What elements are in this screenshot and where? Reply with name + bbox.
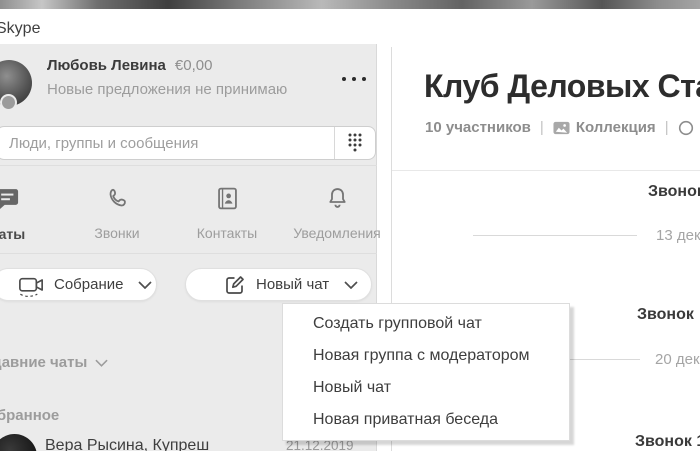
menu-item-new-chat[interactable]: Новый чат xyxy=(283,372,569,404)
find-button[interactable] xyxy=(678,120,694,136)
separator: | xyxy=(540,119,544,136)
recent-chats-label: Недавние чаты xyxy=(0,354,87,371)
menu-item-new-moderated-group[interactable]: Новая группа с модератором xyxy=(283,340,569,372)
call-event: Звонок xyxy=(648,183,700,201)
conversation-subtitle: 10 участников | Коллекция | xyxy=(425,119,694,136)
chevron-down-icon xyxy=(138,281,152,289)
divider xyxy=(392,170,700,171)
presence-status-icon xyxy=(0,94,17,111)
gallery-label: Коллекция xyxy=(576,119,656,136)
gallery-icon xyxy=(553,121,570,135)
phone-icon xyxy=(104,185,131,212)
search-input[interactable] xyxy=(0,127,334,159)
tab-chats-label: Чаты xyxy=(0,226,25,242)
dialpad-button[interactable] xyxy=(334,127,375,159)
bell-icon xyxy=(324,185,351,212)
divider xyxy=(0,165,377,166)
chevron-down-icon xyxy=(344,281,358,289)
account-balance: €0,00 xyxy=(175,57,213,74)
meet-now-label: Собрание xyxy=(54,276,123,293)
chevron-down-icon xyxy=(95,359,108,367)
participants-count[interactable]: 10 участников xyxy=(425,119,531,136)
title-bar: Skype xyxy=(0,9,700,44)
chat-list-item[interactable]: Вера Рысина, Купреш xyxy=(45,437,209,451)
dialpad-icon xyxy=(348,133,362,153)
favorites-section[interactable]: Избранное xyxy=(0,407,59,424)
tab-contacts[interactable]: Контакты xyxy=(172,170,282,242)
tab-chats[interactable]: Чаты xyxy=(0,170,62,242)
date-divider-label: 13 дек xyxy=(656,227,700,244)
tab-notifications-label: Уведомления xyxy=(293,225,381,241)
menu-item-create-group-chat[interactable]: Создать групповой чат xyxy=(283,308,569,340)
background-photo-strip xyxy=(0,0,700,9)
search-bar xyxy=(0,126,376,160)
tab-notifications[interactable]: Уведомления xyxy=(282,170,392,242)
tab-calls-label: Звонки xyxy=(94,225,139,241)
call-event: Звонок xyxy=(637,306,694,324)
recent-chats-section[interactable]: Недавние чаты xyxy=(0,354,108,371)
chat-list-avatar xyxy=(0,434,37,451)
profile-name-row[interactable]: Любовь Левина €0,00 xyxy=(47,57,212,75)
search-circle-icon xyxy=(678,120,694,136)
new-chat-label: Новый чат xyxy=(256,276,329,293)
new-chat-dropdown-menu: Создать групповой чат Новая группа с мод… xyxy=(282,303,570,441)
profile-name: Любовь Левина xyxy=(47,57,166,74)
meet-now-button[interactable]: Собрание xyxy=(0,268,157,301)
compose-icon xyxy=(223,273,247,297)
video-camera-icon xyxy=(16,272,47,298)
app-title: Skype xyxy=(0,20,40,38)
tab-contacts-label: Контакты xyxy=(197,225,257,241)
gallery-button[interactable]: Коллекция xyxy=(553,119,656,136)
chat-icon xyxy=(0,185,21,213)
favorites-label: Избранное xyxy=(0,407,59,424)
menu-item-new-private-conversation[interactable]: Новая приватная беседа xyxy=(283,404,569,436)
date-divider-label: 20 дек xyxy=(655,351,700,368)
conversation-title[interactable]: Клуб Деловых Ста xyxy=(424,68,700,105)
call-event: Звонок 1 xyxy=(635,433,700,451)
skype-window: Skype Любовь Левина €0,00 Новые предложен… xyxy=(0,0,700,451)
contacts-icon xyxy=(214,185,241,212)
divider xyxy=(0,253,377,254)
date-divider-line xyxy=(473,235,637,236)
separator: | xyxy=(665,119,669,136)
tab-calls[interactable]: Звонки xyxy=(62,170,172,242)
profile-status-message: Новые предложения не принимаю xyxy=(47,81,287,98)
navigation-tabs: Чаты Звонки Контакты xyxy=(0,170,392,242)
more-options-icon[interactable] xyxy=(342,77,366,81)
new-chat-button[interactable]: Новый чат xyxy=(185,268,372,301)
